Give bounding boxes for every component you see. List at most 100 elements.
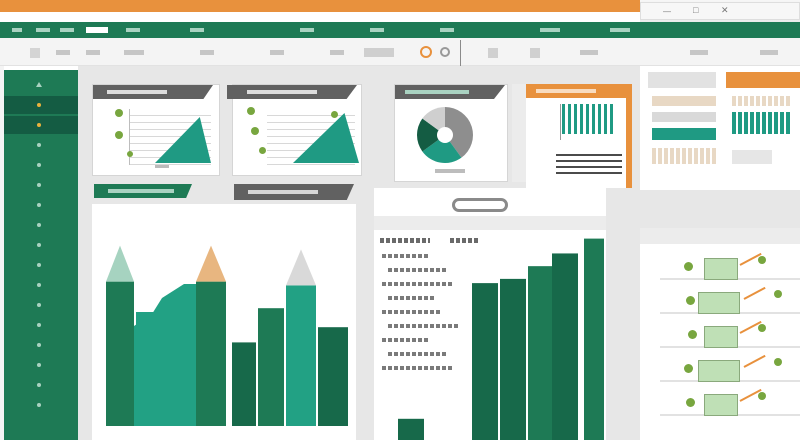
diagram-node-2[interactable]	[698, 292, 740, 314]
dot-icon	[37, 163, 41, 167]
toolbar-button-3[interactable]	[86, 50, 100, 55]
toolbar-button-13[interactable]	[760, 50, 778, 55]
dot-icon	[37, 243, 41, 247]
ribbon-tab-7[interactable]	[370, 28, 384, 32]
sidebar-item-4[interactable]	[36, 142, 42, 148]
dot-icon	[37, 223, 41, 227]
dot-icon	[37, 343, 41, 347]
sidebar-item-14[interactable]	[36, 342, 42, 348]
diagram-node-5[interactable]	[704, 394, 738, 416]
ribbon-tab-10[interactable]	[610, 28, 630, 32]
diagram-node-1[interactable]	[704, 258, 738, 280]
toolbar-button-8[interactable]	[364, 48, 394, 57]
card-chart-2[interactable]	[227, 84, 362, 176]
bar-5	[258, 308, 284, 426]
target-icon[interactable]	[440, 47, 450, 57]
card-1-marker-2	[115, 131, 123, 139]
toolbar-button-2[interactable]	[56, 50, 70, 55]
card-pie[interactable]	[394, 84, 508, 182]
toolbar-button-4[interactable]	[124, 50, 144, 55]
table-b-row-1	[732, 96, 792, 106]
card-3-title	[405, 90, 469, 94]
right-bar-5	[528, 266, 554, 440]
card-chart-1[interactable]	[92, 84, 220, 176]
sidebar-item-5[interactable]	[36, 162, 42, 168]
dot-icon	[37, 183, 41, 187]
card-4-title	[536, 89, 596, 93]
sidebar-item-17[interactable]	[36, 402, 42, 408]
window-controls: — □ ✕	[640, 2, 800, 20]
sidebar-item-3[interactable]	[36, 122, 42, 128]
ribbon-tab-2[interactable]	[36, 28, 50, 32]
close-button[interactable]: ✕	[721, 6, 729, 15]
dot-icon	[37, 363, 41, 367]
right-bar-4	[500, 278, 526, 440]
diagram-node-marker-5	[686, 398, 695, 407]
sidebar-item-1[interactable]	[36, 82, 42, 88]
sidebar-item-6[interactable]	[36, 182, 42, 188]
toolbar-button-10[interactable]	[530, 48, 540, 58]
dot-icon	[37, 103, 41, 107]
record-icon[interactable]	[420, 46, 432, 58]
diagram-node-3[interactable]	[704, 326, 738, 348]
ribbon-tab-6[interactable]	[300, 28, 314, 32]
diagram-node-marker-4	[684, 364, 693, 373]
minimize-button[interactable]: —	[663, 8, 671, 16]
maximize-button[interactable]: □	[693, 6, 698, 15]
toolbar-button-7[interactable]	[330, 50, 344, 55]
bar-2	[136, 312, 194, 426]
right-panel-table-a[interactable]	[648, 72, 718, 176]
panel-tab-handle[interactable]	[452, 198, 508, 212]
pie-center	[437, 127, 453, 143]
pie-label-1	[435, 169, 465, 173]
table-a-row-2	[652, 112, 716, 122]
ribbon-tab-3[interactable]	[60, 28, 74, 32]
right-bar-1	[398, 418, 424, 440]
card-table[interactable]	[526, 84, 632, 188]
card-2-marker-4	[331, 111, 338, 118]
section-header-2	[234, 184, 354, 200]
toolbar-button-11[interactable]	[580, 50, 598, 55]
toolbar-button-5[interactable]	[200, 50, 214, 55]
sidebar-item-11[interactable]	[36, 282, 42, 288]
sidebar-item-15[interactable]	[36, 362, 42, 368]
toolbar-button-12[interactable]	[690, 50, 708, 55]
sidebar-item-8[interactable]	[36, 222, 42, 228]
ribbon-tab-8[interactable]	[440, 28, 454, 32]
diagram-node-end-2	[774, 290, 782, 298]
sidebar-item-7[interactable]	[36, 202, 42, 208]
sidebar-item-12[interactable]	[36, 302, 42, 308]
ribbon-tab-1[interactable]	[12, 28, 22, 32]
right-panel-table-b[interactable]	[726, 72, 800, 176]
card-1-axis-label	[155, 165, 169, 168]
diagram-node-4[interactable]	[698, 360, 740, 382]
ribbon-tab-5[interactable]	[190, 28, 204, 32]
bar-6	[286, 285, 316, 426]
sidebar-item-2[interactable]	[36, 102, 42, 108]
dot-icon	[37, 383, 41, 387]
ribbon-tab-9[interactable]	[540, 28, 560, 32]
toolbar-button-1[interactable]	[30, 48, 40, 58]
sidebar-item-10[interactable]	[36, 262, 42, 268]
diagram-node-end-3	[758, 324, 766, 332]
ribbon-tab-4[interactable]	[126, 28, 140, 32]
section-header-1	[94, 184, 192, 198]
sidebar-item-16[interactable]	[36, 382, 42, 388]
bar-cap-3	[196, 245, 226, 282]
card-4-stripes	[562, 104, 614, 134]
dot-icon	[37, 203, 41, 207]
section-header-1-title	[108, 189, 174, 193]
dot-icon	[37, 403, 41, 407]
card-4-rows	[556, 152, 622, 176]
diagram-divider	[640, 228, 800, 244]
ribbon-tab-active[interactable]	[86, 27, 108, 33]
table-a-header	[648, 72, 716, 88]
dot-icon	[37, 283, 41, 287]
table-a-row-3	[652, 128, 716, 140]
sidebar-item-13[interactable]	[36, 322, 42, 328]
toolbar-button-9[interactable]	[488, 48, 498, 58]
card-1-title	[107, 90, 167, 94]
sidebar-item-9[interactable]	[36, 242, 42, 248]
toolbar-button-6[interactable]	[270, 50, 284, 55]
diagram-node-end-5	[758, 392, 766, 400]
